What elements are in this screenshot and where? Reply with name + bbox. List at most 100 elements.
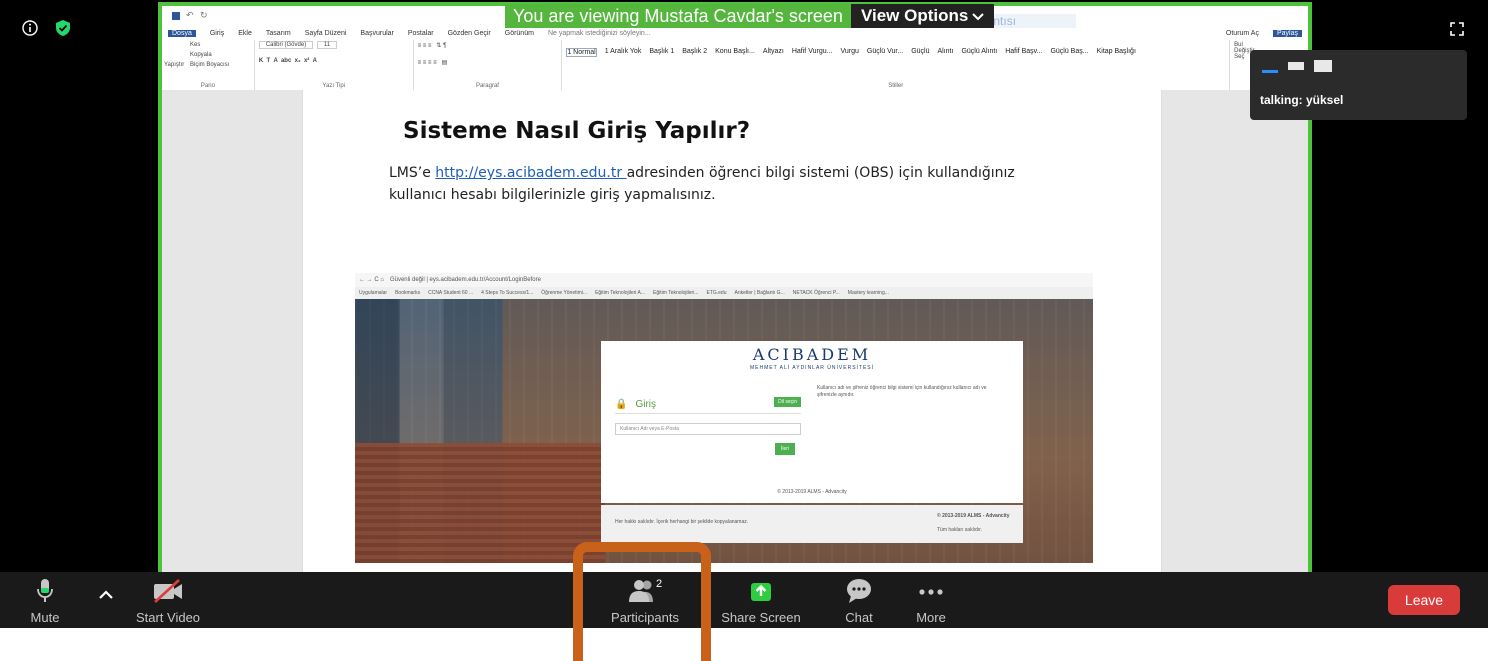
format-painter-button[interactable]: Biçim Boyacısı [190, 62, 229, 68]
paragraph-buttons[interactable]: ≡ ≡ ≡ ⇅ ¶ [418, 42, 558, 49]
bookmark: 4 Steps To Success/1... [481, 290, 534, 296]
style-tile[interactable]: Güçlü Alıntı [961, 48, 997, 57]
login-heading: 🔒 Giriş Dil seçin [615, 395, 801, 414]
more-label: More [916, 610, 946, 625]
style-tile[interactable]: Konu Başlı... [715, 48, 755, 57]
embedded-screenshot: ← → C ⌂ Güvenli değil | eys.acibadem.edu… [355, 273, 1093, 563]
sign-in-link[interactable]: Oturum Aç [1226, 30, 1259, 37]
tab-home[interactable]: Giriş [210, 30, 224, 37]
talking-indicator-popup: talking: yüksel [1250, 50, 1467, 120]
tab-mailings[interactable]: Postalar [408, 30, 434, 37]
next-button: İleri [775, 443, 796, 455]
brand-logo: ACIBADEM [752, 345, 872, 364]
language-button: Dil seçin [774, 397, 801, 407]
chat-icon [847, 579, 871, 603]
styles-group: 1 Normal 1 Aralık Yok Başlık 1 Başlık 2 … [562, 40, 1231, 90]
more-button[interactable]: More [908, 578, 954, 625]
style-tile[interactable]: Hafif Başv... [1005, 48, 1042, 57]
fullscreen-icon[interactable] [1450, 22, 1464, 40]
document-page[interactable]: Sisteme Nasıl Giriş Yapılır? LMS’e http:… [302, 90, 1162, 572]
bookmark: Öğrenme Yönetimi... [541, 290, 588, 296]
video-off-icon [154, 579, 182, 603]
group-label: Stiller [888, 83, 904, 89]
tab-layout[interactable]: Sayfa Düzeni [305, 30, 347, 37]
style-tile[interactable]: Hafif Vurgu... [792, 48, 833, 57]
tab-design[interactable]: Tasarım [266, 30, 291, 37]
thumbnail-view-icon[interactable] [1288, 62, 1304, 70]
leave-button[interactable]: Leave [1388, 585, 1460, 615]
share-screen-button[interactable]: Share Screen [718, 578, 804, 625]
paste-button[interactable]: Yapıştır [164, 62, 184, 68]
talking-label: talking: yüksel [1260, 93, 1344, 107]
start-video-button[interactable]: Start Video [128, 578, 208, 625]
style-tile[interactable]: Vurgu [840, 48, 858, 57]
group-label: Pano [200, 83, 215, 89]
font-size-select[interactable]: 11 [316, 41, 338, 49]
group-label: Yazı Tipi [322, 83, 345, 89]
style-tile[interactable]: Güçlü Baş... [1050, 48, 1088, 57]
encryption-shield-icon[interactable] [56, 20, 70, 40]
chat-label: Chat [845, 610, 873, 625]
tab-references[interactable]: Başvurular [360, 30, 393, 37]
styles-gallery[interactable]: 1 Normal 1 Aralık Yok Başlık 1 Başlık 2 … [566, 42, 1225, 57]
cut-button[interactable]: Kes [190, 42, 200, 48]
mute-label: Mute [30, 610, 60, 625]
share-screen-icon [751, 583, 771, 601]
participants-highlight-annotation [573, 542, 711, 661]
view-options-button[interactable]: View Options [850, 4, 995, 28]
style-tile[interactable]: Güçlü [911, 48, 929, 57]
chat-button[interactable]: Chat [836, 578, 882, 625]
font-name-select[interactable]: Calibri (Gövde) [258, 41, 314, 49]
para-prefix: LMS’e [389, 165, 436, 181]
minimize-icon[interactable] [1262, 70, 1278, 73]
more-dots-icon [919, 589, 943, 595]
brand-subtitle: MEHMET ALİ AYDINLAR ÜNİVERSİTESİ [749, 365, 875, 371]
style-tile[interactable]: Altyazı [763, 48, 784, 57]
footer-right-text: © 2013-2019 ALMS - Advancity [937, 513, 1010, 519]
screen-share-banner: You are viewing Mustafa Cavdar's screen … [505, 4, 995, 28]
tab-file[interactable]: Dosya [168, 29, 196, 37]
nav-arrows-icon: ← → C ⌂ [359, 277, 384, 283]
lms-link[interactable]: http://eys.acibadem.edu.tr [435, 165, 626, 181]
login-title: Giriş [635, 398, 657, 410]
style-tile[interactable]: 1 Aralık Yok [605, 48, 642, 57]
style-tile[interactable]: Alıntı [937, 48, 953, 57]
style-tile[interactable]: Başlık 1 [649, 48, 674, 57]
document-canvas: Sisteme Nasıl Giriş Yapılır? LMS’e http:… [162, 90, 1308, 572]
style-tile[interactable]: Güçlü Vur... [867, 48, 903, 57]
expand-view-icon[interactable] [1314, 60, 1332, 72]
login-card: ACIBADEM MEHMET ALİ AYDINLAR ÜNİVERSİTES… [601, 341, 1023, 503]
login-help-text: Kullanıcı adı ve şifreniz öğrenci bilgi … [817, 385, 987, 398]
style-tile[interactable]: Kitap Başlığı [1097, 48, 1136, 57]
info-icon[interactable] [22, 20, 38, 40]
style-tile[interactable]: Başlık 2 [682, 48, 707, 57]
audio-options-button[interactable] [94, 588, 118, 603]
login-footer: Her hakkı saklıdır. İçerik herhangi bir … [601, 505, 1023, 543]
tell-me-search[interactable]: Ne yapmak istediğinizi söyleyin... [548, 30, 651, 37]
font-group: Calibri (Gövde) 11 K T A abc x₂ x² A Yaz… [255, 40, 414, 90]
footer-right-sub: Tüm hakları saklıdır. [937, 527, 983, 533]
document-paragraph: LMS’e http://eys.acibadem.edu.tr adresin… [389, 162, 1069, 206]
paragraph-group: ≡ ≡ ≡ ⇅ ¶ ≡ ≡ ≡ ≡ ▤ Paragraf [414, 40, 563, 90]
lock-icon: 🔒 [615, 398, 628, 410]
bookmark: Eğitim Teknolojileri... [653, 290, 699, 296]
top-left-icons [22, 20, 70, 40]
microphone-icon [37, 579, 53, 602]
save-icon [172, 12, 180, 20]
font-format-buttons[interactable]: K T A abc x₂ x² A [259, 58, 409, 64]
tab-review[interactable]: Gözden Geçir [448, 30, 491, 37]
mute-button[interactable]: Mute [18, 578, 72, 625]
tab-view[interactable]: Görünüm [505, 30, 534, 37]
tab-insert[interactable]: Ekle [238, 30, 252, 37]
copy-button[interactable]: Kopyala [190, 52, 212, 58]
word-ribbon-tabs: Dosya Giriş Ekle Tasarım Sayfa Düzeni Ba… [162, 26, 1308, 40]
alignment-buttons[interactable]: ≡ ≡ ≡ ≡ ▤ [418, 59, 558, 66]
view-options-label: View Options [860, 6, 969, 25]
redo-icon: ↻ [200, 10, 208, 20]
bookmark: NETACK Öğrenci P... [792, 290, 840, 296]
group-label: Paragraf [475, 83, 499, 89]
bookmark: Mastery learning... [847, 290, 889, 296]
share-button[interactable]: Paylaş [1272, 29, 1302, 37]
share-screen-label: Share Screen [721, 610, 801, 625]
style-tile[interactable]: 1 Normal [566, 48, 597, 57]
